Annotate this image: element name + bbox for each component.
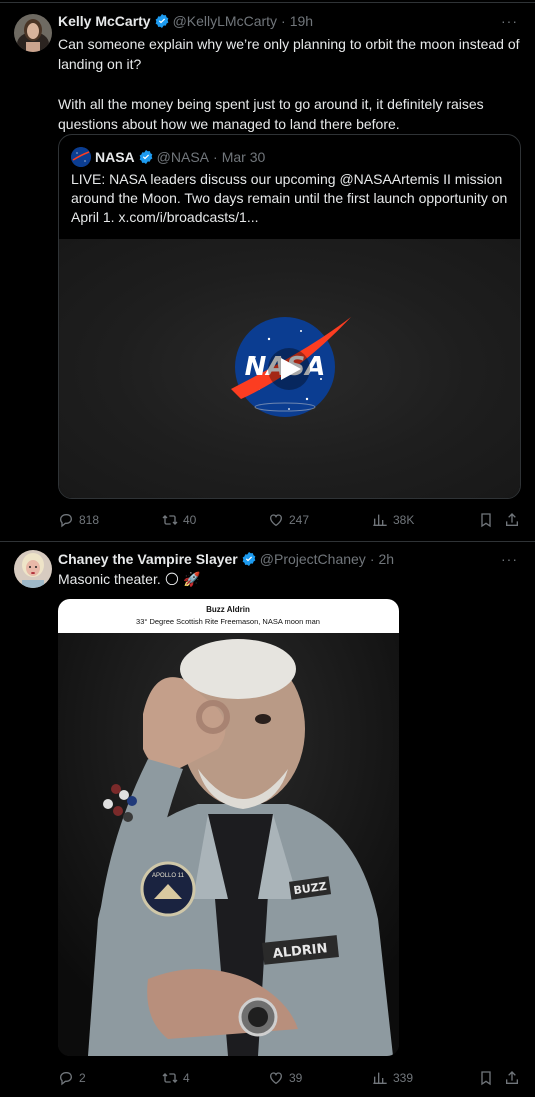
more-options-icon[interactable]: ··· [501, 12, 519, 29]
author-name[interactable]: Chaney the Vampire Slayer [58, 550, 238, 569]
views-icon [373, 1072, 387, 1084]
like-button[interactable]: 39 [268, 1068, 302, 1088]
reply-icon [59, 1072, 73, 1086]
reply-button[interactable]: 2 [58, 1068, 86, 1088]
share-icon [506, 513, 518, 526]
separator-dot: · [281, 12, 286, 29]
views-count: 38K [393, 512, 415, 527]
repost-button[interactable]: 40 [162, 510, 196, 530]
avatar[interactable] [14, 14, 52, 52]
tweet-1[interactable]: Kelly McCarty @KellyLMcCarty · 19h ··· C… [0, 0, 535, 541]
bookmark-icon [481, 513, 491, 528]
tweet-header: Chaney the Vampire Slayer @ProjectChaney… [58, 549, 394, 569]
quote-avatar [71, 147, 91, 167]
share-icon [506, 1071, 518, 1084]
like-count: 247 [289, 512, 310, 527]
like-icon [269, 514, 283, 527]
bookmark-button[interactable] [478, 510, 499, 530]
tweet-header: Kelly McCarty @KellyLMcCarty · 19h [58, 11, 313, 31]
patch-text: APOLLO 11 [152, 873, 185, 879]
separator-dot: · [213, 148, 218, 165]
tweet-text-paragraph-2: With all the money being spent just to g… [58, 96, 484, 132]
views-button[interactable]: 38K [372, 510, 414, 530]
quote-timestamp: Mar 30 [221, 148, 266, 165]
quote-text: LIVE: NASA leaders discuss our upcoming … [71, 171, 508, 225]
tweet-photo[interactable]: Buzz Aldrin 33° Degree Scottish Rite Fre… [58, 599, 399, 1056]
reply-count: 818 [79, 512, 100, 527]
verified-badge-icon [155, 14, 168, 28]
bookmark-button[interactable] [478, 1068, 499, 1088]
nasa-logo: NASA [231, 317, 351, 417]
timestamp[interactable]: 19h [290, 12, 313, 31]
tweet-actions: 818 40 247 38K [58, 510, 521, 530]
verified-badge-icon [139, 150, 153, 164]
reply-count: 2 [79, 1070, 86, 1085]
like-button[interactable]: 247 [268, 510, 309, 530]
video-player[interactable]: NASA [59, 239, 520, 498]
repost-count: 4 [183, 1070, 190, 1085]
share-button[interactable] [504, 1068, 525, 1088]
timestamp[interactable]: 2h [378, 550, 394, 569]
author-name[interactable]: Kelly McCarty [58, 12, 151, 31]
tweet-text: Can someone explain why we’re only plann… [58, 34, 520, 134]
like-icon [269, 1072, 283, 1085]
more-options-icon[interactable]: ··· [501, 550, 519, 567]
quoted-tweet[interactable]: NASA @NASA · Mar 30 LIVE: NASA leaders d… [58, 134, 521, 499]
bookmark-icon [481, 1071, 491, 1086]
like-count: 39 [289, 1070, 303, 1085]
author-handle[interactable]: @ProjectChaney [260, 550, 366, 569]
separator-dot: · [369, 550, 375, 567]
views-button[interactable]: 339 [372, 1068, 413, 1088]
quote-author-name: NASA [95, 148, 135, 165]
views-count: 339 [393, 1070, 414, 1085]
repost-button[interactable]: 4 [162, 1068, 190, 1088]
share-button[interactable] [504, 510, 525, 530]
avatar[interactable] [14, 550, 52, 588]
caption-title: Buzz Aldrin [206, 605, 250, 614]
tweet-text-paragraph-1: Can someone explain why we’re only plann… [58, 36, 520, 72]
quote-author-handle: @NASA [156, 148, 210, 165]
repost-icon [162, 1073, 178, 1083]
verified-badge-icon [242, 552, 256, 566]
views-icon [373, 514, 387, 526]
quote-header: NASA @NASA · Mar 30 [71, 147, 265, 167]
caption-subtitle: 33° Degree Scottish Rite Freemason, NASA… [136, 617, 320, 626]
tweet-actions: 2 4 39 339 [58, 1068, 521, 1088]
author-handle[interactable]: @KellyLMcCarty [173, 12, 277, 31]
reply-icon [59, 514, 73, 528]
reply-button[interactable]: 818 [58, 510, 99, 530]
tweet-2[interactable]: Chaney the Vampire Slayer @ProjectChaney… [0, 542, 535, 1097]
tweet-text: Masonic theater. 🌕 🚀 [58, 571, 201, 587]
repost-icon [162, 515, 178, 525]
repost-count: 40 [183, 512, 197, 527]
buzz-aldrin-photo: Buzz Aldrin 33° Degree Scottish Rite Fre… [58, 599, 399, 1056]
